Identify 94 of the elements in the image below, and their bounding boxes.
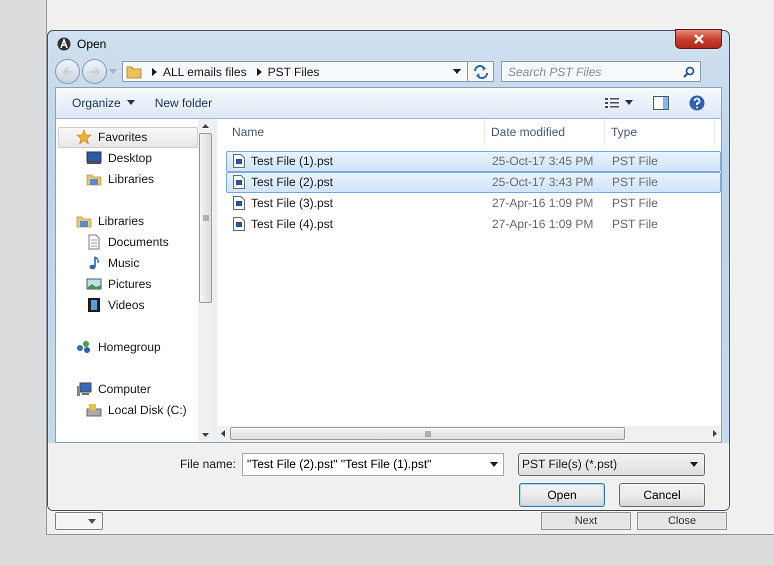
breadcrumb-item[interactable]: ALL emails files — [163, 64, 247, 79]
computer-icon — [76, 381, 92, 398]
sidebar-item[interactable]: Pictures — [58, 274, 198, 295]
sidebar-label: Computer — [98, 382, 151, 396]
file-name-field[interactable]: "Test File (2).pst" "Test File (1).pst" — [242, 452, 504, 476]
breadcrumb-item[interactable]: PST Files — [268, 64, 320, 79]
window-title: Open — [77, 37, 106, 52]
desktop-icon — [86, 150, 102, 166]
disk-drive-icon — [86, 402, 102, 418]
help-icon — [689, 94, 705, 111]
open-button[interactable]: Open — [519, 482, 605, 507]
dropdown-caret-icon[interactable] — [490, 462, 498, 467]
close-icon — [692, 34, 704, 44]
cancel-button[interactable]: Cancel — [619, 482, 705, 507]
file-name: Test File (1).pst — [251, 154, 334, 168]
address-bar[interactable]: ALL emails files PST Files — [122, 61, 468, 82]
sidebar-item[interactable]: Music — [58, 252, 198, 274]
type-cell-text: PST File — [611, 154, 659, 168]
folder-icon — [126, 64, 142, 79]
refresh-button[interactable] — [468, 61, 494, 82]
caret-icon — [625, 100, 633, 106]
breadcrumb-arrow-icon[interactable] — [152, 68, 157, 76]
sidebar-label: Libraries — [108, 172, 154, 186]
back-arrow-icon — [62, 66, 74, 77]
caret-icon — [126, 100, 135, 106]
scroll-left-arrow-icon[interactable] — [221, 430, 225, 438]
film-icon — [86, 297, 102, 314]
sidebar-item[interactable]: Desktop — [58, 148, 198, 169]
file-name: Test File (4).pst — [251, 217, 334, 232]
file-name-label: File name: — [180, 457, 236, 472]
search-field[interactable]: Search PST Files — [501, 61, 701, 82]
organize-menu-button[interactable]: Organize — [64, 92, 143, 113]
sidebar-label: Local Disk (C:) — [108, 403, 187, 418]
scroll-right-arrow-icon[interactable] — [713, 430, 717, 438]
file-icon — [233, 196, 245, 210]
type-cell-text: PST File — [611, 196, 659, 210]
sidebar-label: Videos — [108, 298, 144, 312]
homegroup-icon — [76, 339, 92, 356]
sidebar-label: Homegroup — [98, 340, 161, 354]
sidebar-label: Music — [108, 256, 140, 270]
sidebar-label: Favorites — [98, 130, 148, 144]
date-cell-text: 27-Apr-16 1:09 PM — [491, 196, 594, 210]
dropdown-caret-icon — [690, 462, 698, 467]
close-button[interactable] — [675, 29, 722, 50]
sidebar-item[interactable]: Local Disk (C:) — [58, 400, 198, 421]
preview-pane-icon — [653, 96, 669, 110]
sidebar-item[interactable]: Videos — [58, 294, 198, 316]
file-icon — [233, 175, 245, 190]
scrollbar-thumb[interactable] — [230, 427, 625, 440]
picture-icon — [86, 276, 102, 292]
star-icon — [76, 129, 92, 146]
new-folder-button[interactable]: New folder — [146, 92, 220, 113]
dropdown-button[interactable] — [55, 512, 103, 530]
sidebar-item[interactable]: Libraries — [58, 168, 198, 190]
file-icon — [233, 217, 245, 232]
file-icon — [233, 154, 245, 168]
dropdown-caret-icon[interactable] — [453, 69, 461, 74]
type-cell-text: PST File — [611, 175, 659, 190]
date-cell-text: 27-Apr-16 1:09 PM — [491, 217, 594, 232]
document-icon — [86, 234, 102, 250]
sidebar-item[interactable]: Computer — [58, 378, 198, 400]
sidebar-label: Libraries — [98, 214, 144, 228]
list-view-icon — [605, 96, 619, 109]
refresh-icon — [472, 64, 488, 79]
sidebar-label: Documents — [108, 235, 169, 250]
date-cell-text: 25-Oct-17 3:45 PM — [491, 154, 594, 168]
file-row[interactable]: Test File (3).pst 27-Apr-16 1:09 PM PST File — [226, 192, 721, 214]
sidebar-label: Desktop — [108, 151, 152, 166]
type-cell-text: PST File — [611, 217, 659, 232]
sidebar-item[interactable]: Documents — [58, 232, 198, 253]
scroll-down-arrow-icon[interactable] — [202, 432, 209, 437]
file-name: Test File (3).pst — [251, 196, 334, 210]
sidebar-item[interactable]: Homegroup — [58, 336, 198, 358]
column-header[interactable]: Date modified — [485, 118, 605, 145]
search-icon[interactable] — [683, 66, 695, 78]
file-row[interactable]: Test File (1).pst 25-Oct-17 3:45 PM PST File — [226, 150, 721, 172]
file-type-dropdown[interactable]: PST File(s) (*.pst) — [518, 452, 705, 476]
sidebar-label: Pictures — [108, 277, 152, 292]
app-logo-icon — [57, 37, 71, 52]
column-header[interactable]: Name — [226, 118, 485, 145]
scrollbar-thumb[interactable] — [199, 132, 212, 303]
sidebar-item[interactable]: Favorites — [58, 126, 198, 148]
scroll-up-arrow-icon[interactable] — [202, 124, 209, 128]
file-row[interactable]: Test File (2).pst 25-Oct-17 3:43 PM PST File — [226, 172, 721, 193]
column-header[interactable]: Type — [605, 118, 715, 145]
caret-icon — [88, 518, 96, 524]
forward-arrow-icon — [88, 66, 100, 77]
file-row[interactable]: Test File (4).pst 27-Apr-16 1:09 PM PST File — [226, 214, 721, 235]
sidebar-item[interactable]: Libraries — [58, 210, 198, 232]
breadcrumb-arrow-icon[interactable] — [256, 68, 262, 76]
file-name: Test File (2).pst — [251, 175, 334, 190]
background-button[interactable]: Close — [637, 512, 727, 530]
date-cell-text: 25-Oct-17 3:43 PM — [491, 175, 594, 190]
background-button[interactable]: Next — [541, 512, 631, 530]
